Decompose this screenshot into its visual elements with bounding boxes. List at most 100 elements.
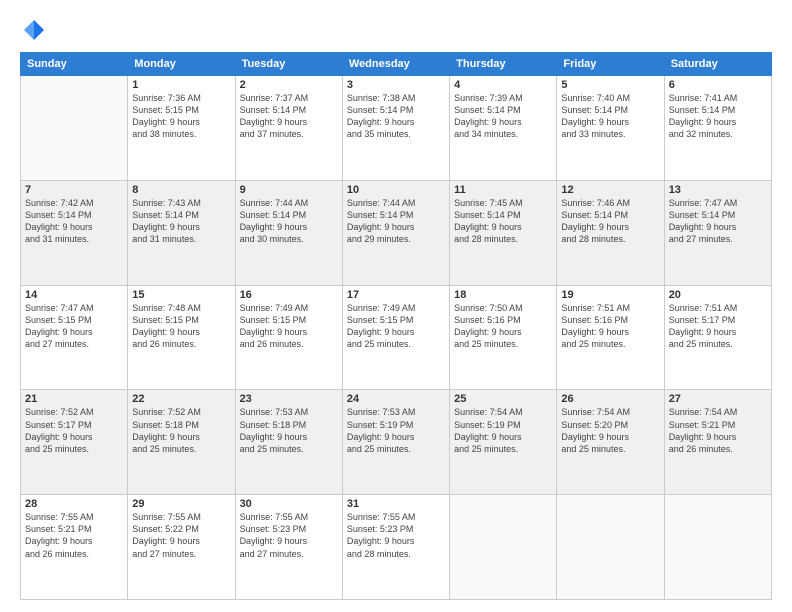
weekday-header-tuesday: Tuesday (235, 53, 342, 76)
day-number: 23 (240, 393, 338, 405)
day-info: Sunrise: 7:53 AM Sunset: 5:18 PM Dayligh… (240, 406, 338, 455)
day-info: Sunrise: 7:55 AM Sunset: 5:21 PM Dayligh… (25, 511, 123, 560)
calendar-cell: 29Sunrise: 7:55 AM Sunset: 5:22 PM Dayli… (128, 495, 235, 600)
calendar-row-1: 7Sunrise: 7:42 AM Sunset: 5:14 PM Daylig… (21, 180, 772, 285)
day-number: 21 (25, 393, 123, 405)
calendar-cell: 10Sunrise: 7:44 AM Sunset: 5:14 PM Dayli… (342, 180, 449, 285)
day-info: Sunrise: 7:46 AM Sunset: 5:14 PM Dayligh… (561, 197, 659, 246)
calendar-cell: 28Sunrise: 7:55 AM Sunset: 5:21 PM Dayli… (21, 495, 128, 600)
day-number: 9 (240, 184, 338, 196)
day-number: 4 (454, 79, 552, 91)
day-info: Sunrise: 7:54 AM Sunset: 5:19 PM Dayligh… (454, 406, 552, 455)
day-info: Sunrise: 7:50 AM Sunset: 5:16 PM Dayligh… (454, 302, 552, 351)
day-info: Sunrise: 7:55 AM Sunset: 5:23 PM Dayligh… (347, 511, 445, 560)
day-info: Sunrise: 7:52 AM Sunset: 5:18 PM Dayligh… (132, 406, 230, 455)
calendar-cell: 26Sunrise: 7:54 AM Sunset: 5:20 PM Dayli… (557, 390, 664, 495)
day-number: 28 (25, 498, 123, 510)
calendar-cell: 23Sunrise: 7:53 AM Sunset: 5:18 PM Dayli… (235, 390, 342, 495)
calendar-cell (21, 76, 128, 181)
calendar-cell: 27Sunrise: 7:54 AM Sunset: 5:21 PM Dayli… (664, 390, 771, 495)
day-info: Sunrise: 7:55 AM Sunset: 5:23 PM Dayligh… (240, 511, 338, 560)
logo (20, 18, 46, 42)
day-number: 13 (669, 184, 767, 196)
day-number: 3 (347, 79, 445, 91)
calendar-row-0: 1Sunrise: 7:36 AM Sunset: 5:15 PM Daylig… (21, 76, 772, 181)
day-number: 27 (669, 393, 767, 405)
day-number: 25 (454, 393, 552, 405)
day-info: Sunrise: 7:45 AM Sunset: 5:14 PM Dayligh… (454, 197, 552, 246)
day-info: Sunrise: 7:41 AM Sunset: 5:14 PM Dayligh… (669, 92, 767, 141)
calendar-cell: 11Sunrise: 7:45 AM Sunset: 5:14 PM Dayli… (450, 180, 557, 285)
day-info: Sunrise: 7:51 AM Sunset: 5:17 PM Dayligh… (669, 302, 767, 351)
calendar-cell (557, 495, 664, 600)
calendar-cell: 31Sunrise: 7:55 AM Sunset: 5:23 PM Dayli… (342, 495, 449, 600)
calendar-cell: 17Sunrise: 7:49 AM Sunset: 5:15 PM Dayli… (342, 285, 449, 390)
weekday-header-thursday: Thursday (450, 53, 557, 76)
day-info: Sunrise: 7:39 AM Sunset: 5:14 PM Dayligh… (454, 92, 552, 141)
calendar-cell: 12Sunrise: 7:46 AM Sunset: 5:14 PM Dayli… (557, 180, 664, 285)
day-info: Sunrise: 7:49 AM Sunset: 5:15 PM Dayligh… (240, 302, 338, 351)
day-info: Sunrise: 7:47 AM Sunset: 5:14 PM Dayligh… (669, 197, 767, 246)
day-number: 16 (240, 289, 338, 301)
day-number: 24 (347, 393, 445, 405)
day-number: 7 (25, 184, 123, 196)
calendar-cell: 18Sunrise: 7:50 AM Sunset: 5:16 PM Dayli… (450, 285, 557, 390)
day-info: Sunrise: 7:47 AM Sunset: 5:15 PM Dayligh… (25, 302, 123, 351)
day-number: 2 (240, 79, 338, 91)
day-number: 12 (561, 184, 659, 196)
weekday-header-wednesday: Wednesday (342, 53, 449, 76)
day-info: Sunrise: 7:38 AM Sunset: 5:14 PM Dayligh… (347, 92, 445, 141)
day-number: 11 (454, 184, 552, 196)
calendar-cell (450, 495, 557, 600)
day-info: Sunrise: 7:53 AM Sunset: 5:19 PM Dayligh… (347, 406, 445, 455)
weekday-header-sunday: Sunday (21, 53, 128, 76)
calendar-cell: 4Sunrise: 7:39 AM Sunset: 5:14 PM Daylig… (450, 76, 557, 181)
day-number: 8 (132, 184, 230, 196)
calendar-cell: 19Sunrise: 7:51 AM Sunset: 5:16 PM Dayli… (557, 285, 664, 390)
calendar-cell: 25Sunrise: 7:54 AM Sunset: 5:19 PM Dayli… (450, 390, 557, 495)
day-info: Sunrise: 7:52 AM Sunset: 5:17 PM Dayligh… (25, 406, 123, 455)
day-number: 31 (347, 498, 445, 510)
day-number: 6 (669, 79, 767, 91)
day-number: 5 (561, 79, 659, 91)
day-info: Sunrise: 7:55 AM Sunset: 5:22 PM Dayligh… (132, 511, 230, 560)
weekday-header-saturday: Saturday (664, 53, 771, 76)
calendar-cell: 21Sunrise: 7:52 AM Sunset: 5:17 PM Dayli… (21, 390, 128, 495)
day-info: Sunrise: 7:40 AM Sunset: 5:14 PM Dayligh… (561, 92, 659, 141)
calendar-cell: 22Sunrise: 7:52 AM Sunset: 5:18 PM Dayli… (128, 390, 235, 495)
weekday-header-monday: Monday (128, 53, 235, 76)
calendar-cell: 9Sunrise: 7:44 AM Sunset: 5:14 PM Daylig… (235, 180, 342, 285)
calendar-cell: 2Sunrise: 7:37 AM Sunset: 5:14 PM Daylig… (235, 76, 342, 181)
day-info: Sunrise: 7:37 AM Sunset: 5:14 PM Dayligh… (240, 92, 338, 141)
calendar-row-4: 28Sunrise: 7:55 AM Sunset: 5:21 PM Dayli… (21, 495, 772, 600)
calendar-row-3: 21Sunrise: 7:52 AM Sunset: 5:17 PM Dayli… (21, 390, 772, 495)
calendar-cell: 6Sunrise: 7:41 AM Sunset: 5:14 PM Daylig… (664, 76, 771, 181)
calendar-row-2: 14Sunrise: 7:47 AM Sunset: 5:15 PM Dayli… (21, 285, 772, 390)
day-info: Sunrise: 7:44 AM Sunset: 5:14 PM Dayligh… (240, 197, 338, 246)
day-number: 30 (240, 498, 338, 510)
day-info: Sunrise: 7:54 AM Sunset: 5:21 PM Dayligh… (669, 406, 767, 455)
day-info: Sunrise: 7:44 AM Sunset: 5:14 PM Dayligh… (347, 197, 445, 246)
day-number: 26 (561, 393, 659, 405)
day-number: 17 (347, 289, 445, 301)
calendar-cell: 7Sunrise: 7:42 AM Sunset: 5:14 PM Daylig… (21, 180, 128, 285)
calendar-cell: 3Sunrise: 7:38 AM Sunset: 5:14 PM Daylig… (342, 76, 449, 181)
weekday-header-friday: Friday (557, 53, 664, 76)
logo-icon (22, 18, 46, 42)
day-number: 20 (669, 289, 767, 301)
day-number: 18 (454, 289, 552, 301)
day-info: Sunrise: 7:54 AM Sunset: 5:20 PM Dayligh… (561, 406, 659, 455)
calendar-table: SundayMondayTuesdayWednesdayThursdayFrid… (20, 52, 772, 600)
calendar-cell: 16Sunrise: 7:49 AM Sunset: 5:15 PM Dayli… (235, 285, 342, 390)
day-number: 19 (561, 289, 659, 301)
page: SundayMondayTuesdayWednesdayThursdayFrid… (0, 0, 792, 612)
day-info: Sunrise: 7:43 AM Sunset: 5:14 PM Dayligh… (132, 197, 230, 246)
calendar-cell: 8Sunrise: 7:43 AM Sunset: 5:14 PM Daylig… (128, 180, 235, 285)
day-number: 29 (132, 498, 230, 510)
calendar-cell: 15Sunrise: 7:48 AM Sunset: 5:15 PM Dayli… (128, 285, 235, 390)
day-number: 15 (132, 289, 230, 301)
calendar-cell: 30Sunrise: 7:55 AM Sunset: 5:23 PM Dayli… (235, 495, 342, 600)
calendar-cell: 14Sunrise: 7:47 AM Sunset: 5:15 PM Dayli… (21, 285, 128, 390)
day-info: Sunrise: 7:42 AM Sunset: 5:14 PM Dayligh… (25, 197, 123, 246)
day-number: 22 (132, 393, 230, 405)
